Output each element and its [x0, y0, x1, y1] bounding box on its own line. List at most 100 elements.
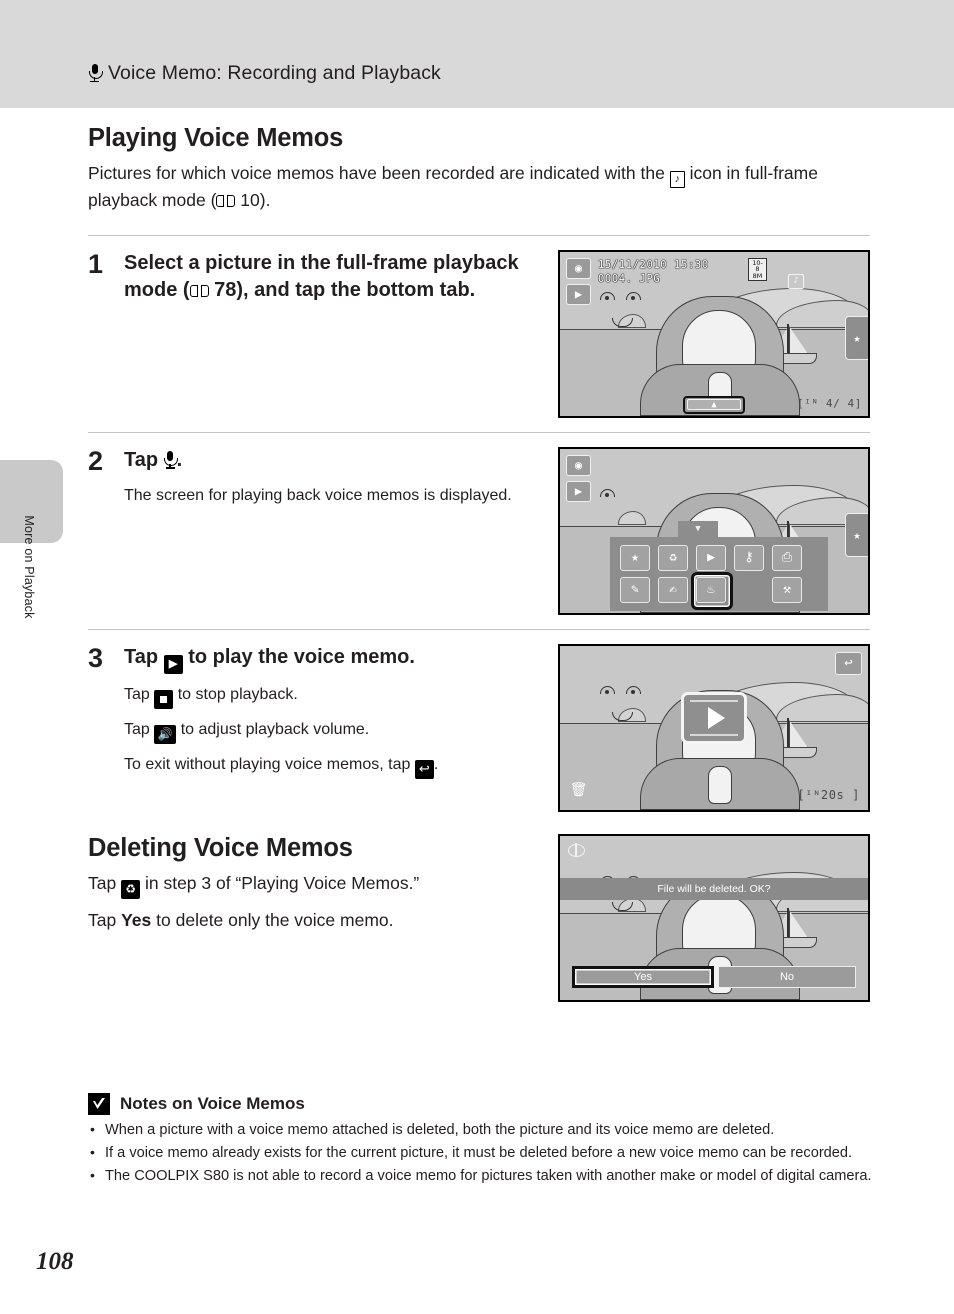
play-icon: ▶	[163, 654, 183, 674]
back-icon[interactable]: ↩	[835, 651, 862, 675]
notes-header: Notes on Voice Memos	[88, 1093, 878, 1115]
edit-image-icon[interactable]: ✍	[658, 576, 688, 603]
quality-top: 10-8	[752, 258, 763, 274]
dialog-message: File will be deleted. OK?	[560, 877, 868, 900]
voice-memo-icon[interactable]: ♨	[691, 571, 733, 610]
favorites-tab[interactable]: ★	[845, 315, 868, 360]
deleting-line1-prefix: Tap	[88, 872, 117, 893]
camera-screen-menu: ◉ ▶ ★ ▼ ★ ♻ ▶ ⚷ ⎙ ✎ ✍ ♨ ⚒	[558, 446, 870, 615]
microphone-icon	[88, 64, 103, 83]
notes-section: Notes on Voice Memos When a picture with…	[88, 1093, 878, 1190]
step-2-number: 2	[88, 445, 104, 476]
step-3-exit-prefix: To exit without playing voice memos, tap	[124, 756, 411, 774]
step-2: 2 Tap . The screen for playing back voic…	[88, 445, 870, 615]
step-3: 3 Tap ▶ to play the voice memo. Tap to s…	[88, 642, 870, 812]
deleting-line-2: Tap Yes to delete only the voice memo.	[88, 908, 550, 933]
screen-filename: 0004. JPG	[598, 272, 661, 285]
favorites-tab[interactable]: ★	[845, 512, 868, 557]
playback-mode-icon[interactable]: ▶	[566, 283, 591, 305]
quick-retouch-icon[interactable]: ✎	[620, 576, 650, 603]
camera-mode-icon[interactable]: ◉	[566, 454, 591, 476]
image-quality-badge: 10-8 8M	[748, 257, 767, 282]
stop-icon	[154, 689, 174, 709]
microphone-icon	[164, 450, 179, 470]
dialog-buttons: Yes No	[572, 965, 856, 988]
frame-counter: [ᴵᴺ 4/ 4]	[796, 396, 862, 410]
protect-key-icon[interactable]: ⚷	[734, 544, 764, 571]
memo-duration: [ᴵᴺ20s ]	[797, 787, 860, 802]
step-1-heading: Select a picture in the full-frame playb…	[124, 250, 540, 305]
lead-text-part1: Pictures for which voice memos have been…	[88, 163, 665, 183]
step-3-volume-suffix: to adjust playback volume.	[180, 720, 370, 738]
selection-highlight	[691, 571, 733, 610]
voice-memo-indicator-icon: ♪	[788, 273, 804, 289]
deleting-section: Deleting Voice Memos Tap ♻ in step 3 of …	[88, 833, 870, 1002]
play-button[interactable]	[681, 692, 747, 744]
header-inner: Voice Memo: Recording and Playback	[88, 62, 441, 85]
setup-wrench-icon[interactable]: ⚒	[772, 576, 802, 603]
caution-check-icon	[88, 1093, 110, 1115]
step-3-line-stop: Tap to stop playback.	[124, 683, 540, 709]
screen-datetime: 15/11/2010 15:30	[598, 259, 709, 271]
screen-person-pupil-left	[605, 295, 609, 300]
page-header: Voice Memo: Recording and Playback	[0, 0, 954, 108]
quality-bottom: 8M	[752, 271, 763, 280]
deleting-title: Deleting Voice Memos	[88, 833, 353, 862]
section-title: Playing Voice Memos	[88, 124, 344, 152]
deleting-line-1: Tap ♻ in step 3 of “Playing Voice Memos.…	[88, 871, 550, 899]
step-3-stop-prefix: Tap	[124, 685, 150, 703]
print-order-icon[interactable]: ⎙	[772, 544, 802, 571]
volume-icon: 🔊	[154, 725, 177, 745]
notes-list: When a picture with a voice memo attache…	[88, 1120, 878, 1187]
screen-person-pupil-left	[605, 492, 609, 497]
step-3-text-suffix: to play the voice memo.	[188, 645, 415, 668]
page-number: 108	[36, 1248, 74, 1275]
chapter-label: More on Playback	[22, 515, 36, 619]
delete-trash-icon: ♻	[121, 879, 141, 899]
list-item: If a voice memo already exists for the c…	[88, 1143, 878, 1164]
delete-trash-icon[interactable]: 🗑	[566, 779, 591, 802]
menu-collapse-handle[interactable]: ▼	[678, 520, 718, 538]
step-3-stop-suffix: to stop playback.	[177, 685, 298, 703]
step-3-heading: Tap ▶ to play the voice memo.	[124, 644, 540, 674]
notes-title: Notes on Voice Memos	[120, 1094, 305, 1113]
camera-mode-icon[interactable]: ◉	[566, 257, 591, 279]
step-3-text-prefix: Tap	[124, 645, 159, 668]
no-button[interactable]: No	[718, 965, 856, 988]
bottom-tab-chevron-icon: ▲	[687, 399, 741, 411]
slideshow-icon[interactable]: ▶	[696, 544, 726, 571]
camera-screen-fullframe: ◉ ▶ 15/11/2010 15:30 0004. JPG 10-8 8M ♪…	[558, 249, 870, 418]
header-title: Voice Memo: Recording and Playback	[108, 62, 441, 84]
screen-time: 15:30	[674, 258, 709, 271]
step-1-text-part2: 78), and tap the bottom tab.	[214, 279, 476, 302]
step-3-exit-suffix: .	[433, 756, 439, 774]
favorites-folder-icon[interactable]: ★	[620, 544, 650, 571]
screen-person-pupil-right	[631, 295, 635, 300]
step-1-number: 1	[88, 248, 104, 279]
step-2-heading: Tap .	[124, 447, 540, 475]
step-1: 1 Select a picture in the full-frame pla…	[88, 248, 870, 418]
step-2-text-prefix: Tap	[124, 448, 159, 471]
step-3-number: 3	[88, 642, 104, 673]
step-3-line-exit: To exit without playing voice memos, tap…	[124, 753, 540, 780]
deleting-line1-suffix: in step 3 of “Playing Voice Memos.”	[144, 872, 420, 893]
screen-person-pupil-left	[605, 689, 609, 694]
delete-trash-icon[interactable]: ♻	[658, 544, 688, 571]
voice-memo-icon: ♪	[669, 171, 685, 188]
yes-button[interactable]: Yes	[572, 965, 714, 988]
list-item: The COOLPIX S80 is not able to record a …	[88, 1166, 878, 1187]
memo-indicator-icon	[568, 843, 585, 857]
list-item: When a picture with a voice memo attache…	[88, 1120, 878, 1141]
deleting-yes-emphasis: Yes	[121, 909, 152, 930]
bottom-tab[interactable]: ▲	[683, 395, 745, 414]
screen-person-pupil-right	[631, 689, 635, 694]
screen-date: 15/11/2010	[598, 258, 668, 271]
deleting-line2-prefix: Tap	[88, 909, 117, 930]
deleting-line2-suffix: to delete only the voice memo.	[156, 909, 394, 930]
book-reference-icon	[189, 284, 209, 299]
book-reference-icon	[216, 194, 236, 209]
step-3-volume-prefix: Tap	[124, 720, 150, 738]
section-lead: Pictures for which voice memos have been…	[88, 161, 870, 213]
playback-mode-icon[interactable]: ▶	[566, 480, 591, 502]
camera-screen-delete-dialog: File will be deleted. OK? Yes No	[558, 833, 870, 1002]
